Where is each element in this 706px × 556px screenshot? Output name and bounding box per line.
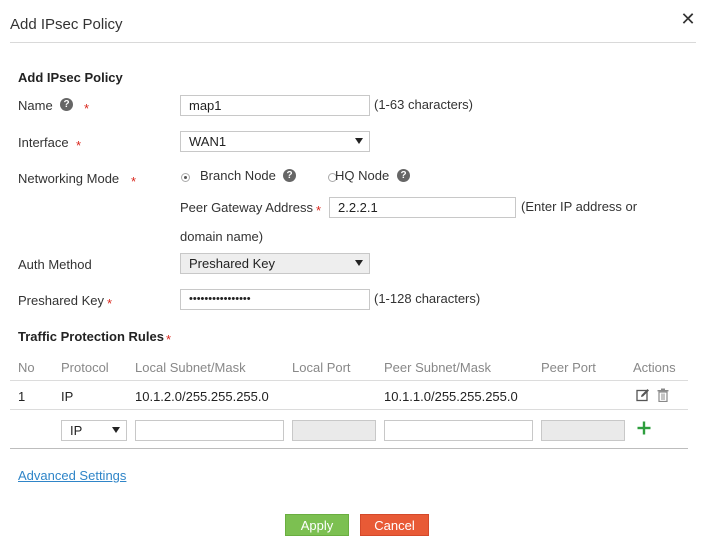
- new-local-subnet-field[interactable]: [135, 420, 284, 441]
- required-mark: *: [131, 174, 137, 189]
- required-mark: *: [107, 296, 113, 311]
- chevron-down-icon: [112, 427, 120, 433]
- header-divider: [10, 42, 696, 43]
- required-mark: *: [76, 138, 82, 153]
- row-no: 1: [18, 389, 26, 404]
- table-divider: [10, 380, 688, 381]
- add-icon[interactable]: [637, 421, 651, 435]
- section-title: Add IPsec Policy: [18, 70, 123, 85]
- chevron-down-icon: [355, 138, 363, 144]
- name-label: Name: [18, 98, 53, 113]
- peer-gateway-hint: (Enter IP address or: [521, 199, 638, 214]
- required-mark: *: [84, 101, 90, 116]
- networking-mode-label: Networking Mode: [18, 171, 120, 186]
- branch-node-radio[interactable]: [181, 173, 190, 182]
- interface-label: Interface: [18, 135, 69, 150]
- peer-gateway-field[interactable]: 2.2.2.1: [329, 197, 516, 218]
- new-protocol-select[interactable]: IP: [61, 420, 127, 441]
- table-bottom-divider: [10, 448, 688, 449]
- chevron-down-icon: [355, 260, 363, 266]
- required-mark: *: [316, 203, 322, 218]
- preshared-key-hint: (1-128 characters): [374, 291, 481, 306]
- name-hint: (1-63 characters): [374, 97, 473, 112]
- rules-section-title: Traffic Protection Rules: [18, 329, 164, 344]
- advanced-settings-link[interactable]: Advanced Settings: [18, 468, 126, 483]
- trash-icon[interactable]: [657, 388, 669, 402]
- new-peer-port-field[interactable]: [541, 420, 625, 441]
- help-icon[interactable]: ?: [397, 169, 410, 182]
- close-icon[interactable]: ✕: [680, 9, 696, 29]
- name-field[interactable]: map1: [180, 95, 370, 116]
- table-row-divider: [10, 409, 688, 410]
- auth-method-select[interactable]: Preshared Key: [180, 253, 370, 274]
- col-actions: Actions: [633, 360, 676, 375]
- cancel-button[interactable]: Cancel: [360, 514, 429, 536]
- branch-node-label: Branch Node: [200, 168, 276, 183]
- interface-select[interactable]: WAN1: [180, 131, 370, 152]
- col-local-port: Local Port: [292, 360, 351, 375]
- new-local-port-field[interactable]: [292, 420, 376, 441]
- col-local-subnet: Local Subnet/Mask: [135, 360, 246, 375]
- help-icon[interactable]: ?: [60, 98, 73, 111]
- new-protocol-value: IP: [70, 423, 83, 438]
- row-protocol: IP: [61, 389, 74, 404]
- dialog-title: Add IPsec Policy: [10, 16, 123, 33]
- col-peer-port: Peer Port: [541, 360, 596, 375]
- col-protocol: Protocol: [61, 360, 109, 375]
- peer-gateway-label: Peer Gateway Address: [180, 200, 313, 215]
- preshared-key-label: Preshared Key: [18, 293, 104, 308]
- new-peer-subnet-field[interactable]: [384, 420, 533, 441]
- preshared-key-field[interactable]: ••••••••••••••••: [180, 289, 370, 310]
- row-peer-subnet: 10.1.1.0/255.255.255.0: [384, 389, 518, 404]
- auth-method-label: Auth Method: [18, 257, 92, 272]
- required-mark: *: [166, 332, 172, 347]
- col-peer-subnet: Peer Subnet/Mask: [384, 360, 491, 375]
- auth-method-value: Preshared Key: [189, 256, 275, 271]
- help-icon[interactable]: ?: [283, 169, 296, 182]
- interface-select-value: WAN1: [189, 134, 227, 149]
- row-local-subnet: 10.1.2.0/255.255.255.0: [135, 389, 269, 404]
- peer-gateway-hint-cont: domain name): [180, 229, 264, 244]
- hq-node-label: HQ Node: [335, 168, 390, 183]
- apply-button[interactable]: Apply: [285, 514, 349, 536]
- col-no: No: [18, 360, 35, 375]
- edit-icon[interactable]: [636, 388, 650, 402]
